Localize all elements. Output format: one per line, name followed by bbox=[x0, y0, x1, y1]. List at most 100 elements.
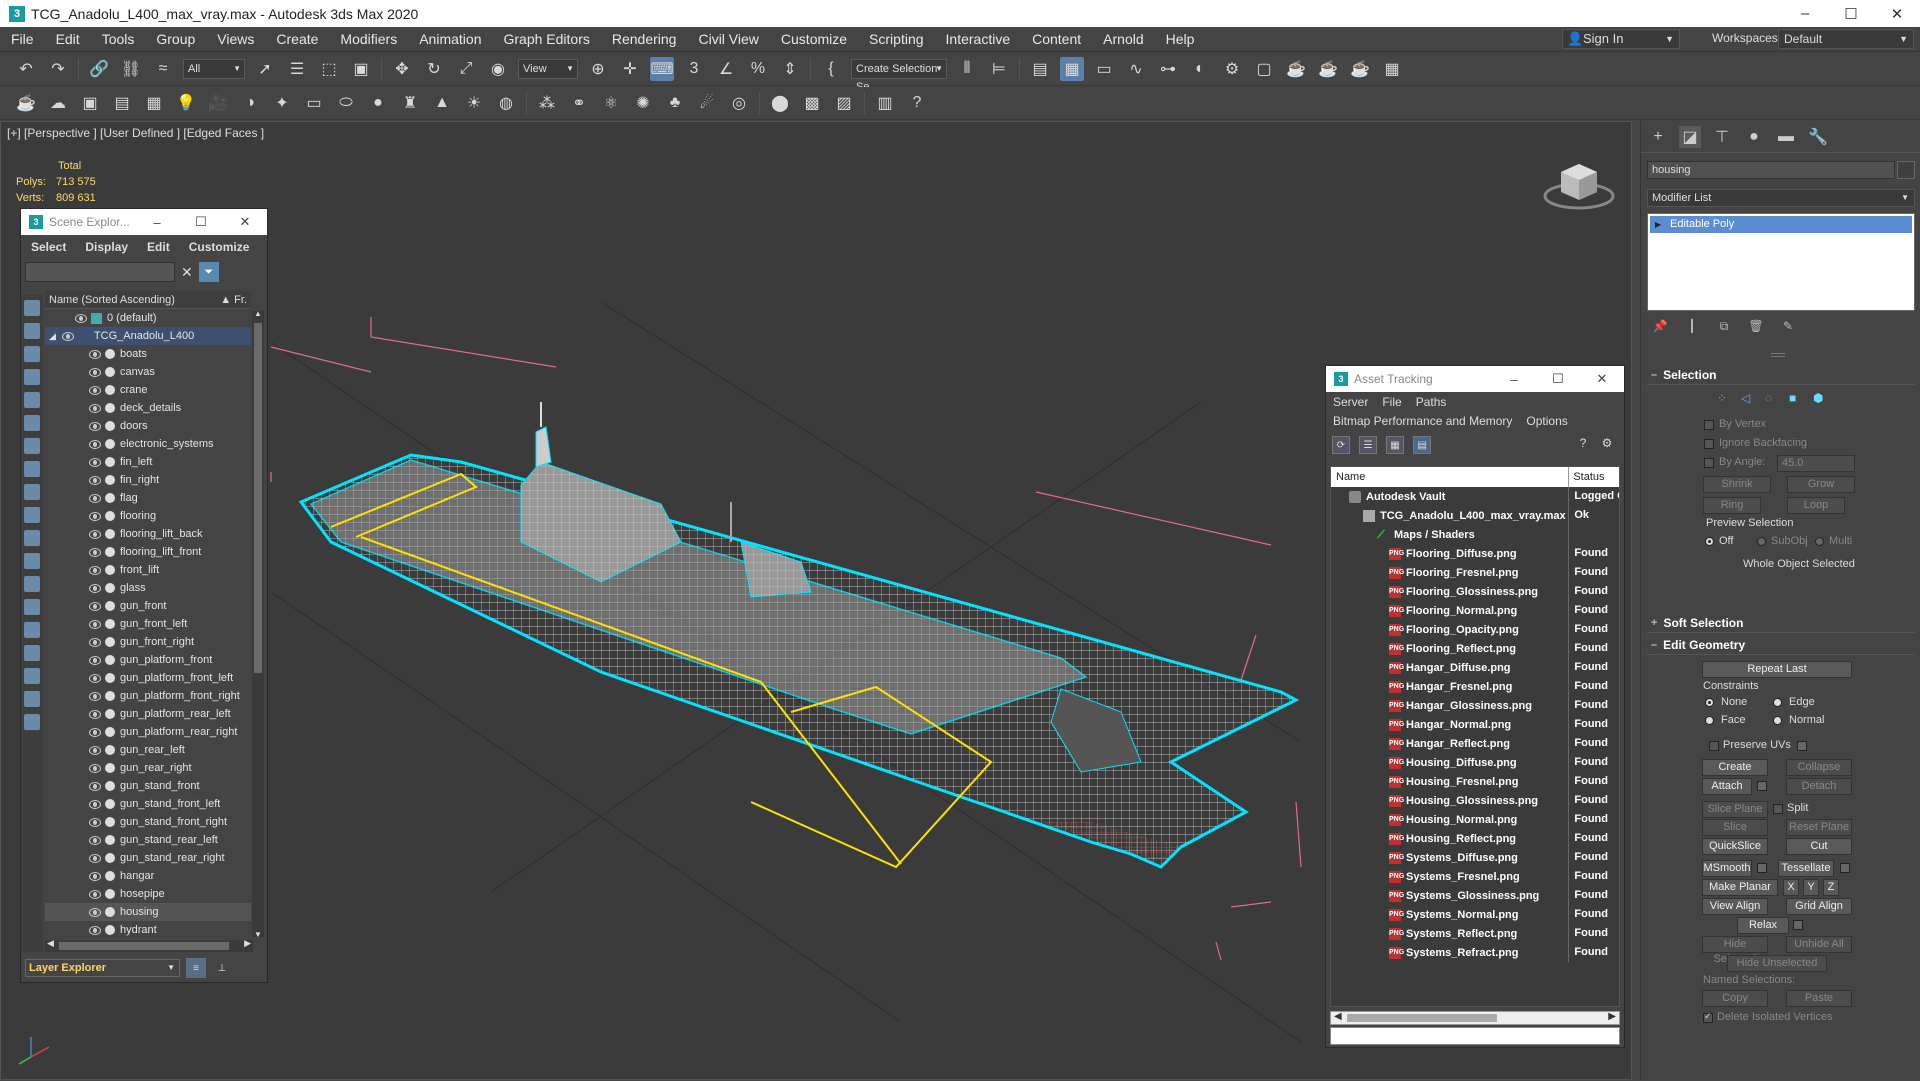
visibility-eye-icon[interactable] bbox=[89, 511, 101, 521]
panel-resize-handle[interactable] bbox=[1771, 353, 1785, 357]
asset-map-row[interactable]: PNG Hangar_Diffuse.png Found bbox=[1331, 658, 1619, 677]
undo-icon[interactable]: ↶ bbox=[14, 57, 38, 81]
bind-spacewarp-icon[interactable]: ≈ bbox=[151, 57, 175, 81]
align-icon[interactable]: ⊨ bbox=[987, 57, 1011, 81]
minimize-icon[interactable]: – bbox=[1492, 366, 1536, 392]
menu-edit[interactable]: Edit bbox=[45, 31, 91, 47]
scene-object-row[interactable]: gun_platform_front bbox=[45, 651, 251, 669]
cut-button[interactable]: Cut bbox=[1786, 838, 1852, 855]
at-menu-server[interactable]: Server bbox=[1333, 395, 1368, 409]
visibility-eye-icon[interactable] bbox=[89, 637, 101, 647]
scene-object-row[interactable]: gun_platform_front_left bbox=[45, 669, 251, 687]
ring-button[interactable]: Ring bbox=[1703, 497, 1761, 514]
ribbon-toggle-icon[interactable]: ▭ bbox=[1092, 57, 1116, 81]
menu-help[interactable]: Help bbox=[1155, 31, 1206, 47]
grow-button[interactable]: Grow bbox=[1787, 476, 1855, 493]
placement-icon[interactable]: ◉ bbox=[486, 57, 510, 81]
visibility-eye-icon[interactable] bbox=[89, 853, 101, 863]
close-icon[interactable]: ✕ bbox=[1874, 0, 1920, 27]
create-button[interactable]: Create bbox=[1702, 759, 1768, 776]
vray-material-icon[interactable]: ◎ bbox=[727, 91, 751, 115]
asset-map-row[interactable]: PNG Flooring_Fresnel.png Found bbox=[1331, 563, 1619, 582]
vray-mesh-icon[interactable]: ♜ bbox=[398, 91, 422, 115]
asset-map-row[interactable]: PNG Housing_Reflect.png Found bbox=[1331, 829, 1619, 848]
scene-object-row[interactable]: gun_platform_front_right bbox=[45, 687, 251, 705]
slice-button[interactable]: Slice bbox=[1702, 819, 1768, 836]
sort-by-hierarchy-icon[interactable]: ⊥ bbox=[212, 958, 232, 978]
menu-arnold[interactable]: Arnold bbox=[1092, 31, 1154, 47]
menu-scripting[interactable]: Scripting bbox=[858, 31, 934, 47]
visibility-eye-icon[interactable] bbox=[89, 835, 101, 845]
visibility-eye-icon[interactable] bbox=[89, 871, 101, 881]
angle-spinner[interactable]: 45.0 bbox=[1777, 455, 1855, 472]
percent-snap-icon[interactable]: % bbox=[746, 57, 770, 81]
display-all-icon[interactable] bbox=[24, 300, 40, 316]
help-icon[interactable]: ? bbox=[905, 91, 929, 115]
show-end-result-icon[interactable]: ┃ bbox=[1683, 319, 1701, 337]
visibility-eye-icon[interactable] bbox=[89, 565, 101, 575]
sign-in-dropdown[interactable]: 👤 Sign In ▼ bbox=[1562, 29, 1680, 49]
stack-item-editable-poly[interactable]: Editable Poly bbox=[1650, 216, 1912, 233]
clear-search-icon[interactable]: ✕ bbox=[181, 264, 193, 281]
asset-map-row[interactable]: PNG Hangar_Normal.png Found bbox=[1331, 715, 1619, 734]
asset-map-row[interactable]: PNG Housing_Diffuse.png Found bbox=[1331, 753, 1619, 772]
layer-row-default[interactable]: 0 (default) bbox=[45, 309, 251, 327]
visibility-eye-icon[interactable] bbox=[89, 781, 101, 791]
display-frozen-icon[interactable] bbox=[24, 553, 40, 569]
edit-named-selection-icon[interactable]: { bbox=[819, 57, 843, 81]
maximize-icon[interactable]: ☐ bbox=[1828, 0, 1874, 27]
utilities-tab-icon[interactable]: 🔧 bbox=[1807, 126, 1829, 148]
vray-physical-camera-icon[interactable]: 🎥 bbox=[206, 91, 230, 115]
quickslice-button[interactable]: QuickSlice bbox=[1702, 838, 1768, 855]
select-object-icon[interactable]: ➚ bbox=[253, 57, 277, 81]
display-helpers-icon[interactable] bbox=[24, 415, 40, 431]
curve-editor-icon[interactable]: ∿ bbox=[1124, 57, 1148, 81]
modifier-list-dropdown[interactable]: Modifier List ▼ bbox=[1647, 189, 1915, 207]
vray-plane-icon[interactable]: ▭ bbox=[302, 91, 326, 115]
visibility-eye-icon[interactable] bbox=[89, 889, 101, 899]
asset-map-row[interactable]: PNG Systems_Reflect.png Found bbox=[1331, 924, 1619, 943]
se-menu-display[interactable]: Display bbox=[85, 240, 128, 254]
asset-map-row[interactable]: PNG Flooring_Reflect.png Found bbox=[1331, 639, 1619, 658]
visibility-eye-icon[interactable] bbox=[89, 493, 101, 503]
menu-graph-editors[interactable]: Graph Editors bbox=[492, 31, 600, 47]
asset-map-row[interactable]: PNG Hangar_Glossiness.png Found bbox=[1331, 696, 1619, 715]
collapse-button[interactable]: Collapse bbox=[1786, 759, 1852, 776]
slice-plane-button[interactable]: Slice Plane bbox=[1702, 801, 1768, 818]
hierarchy-tab-icon[interactable]: ⊤ bbox=[1711, 126, 1733, 148]
scene-object-row[interactable]: gun_front_left bbox=[45, 615, 251, 633]
preview-off-radio[interactable] bbox=[1705, 537, 1714, 546]
scene-object-row[interactable]: gun_stand_front_right bbox=[45, 813, 251, 831]
visibility-eye-icon[interactable] bbox=[89, 619, 101, 629]
display-visible-icon[interactable] bbox=[24, 599, 40, 615]
scene-object-row[interactable]: hydrant bbox=[45, 921, 251, 939]
paste-button[interactable]: Paste bbox=[1786, 990, 1852, 1007]
filter-icon[interactable]: ⏷ bbox=[198, 262, 219, 282]
visibility-eye-icon[interactable] bbox=[89, 691, 101, 701]
asset-map-row[interactable]: PNG Systems_Glossiness.png Found bbox=[1331, 886, 1619, 905]
visibility-eye-icon[interactable] bbox=[89, 709, 101, 719]
material-editor-icon[interactable]: ◐ bbox=[1188, 57, 1212, 81]
scale-icon[interactable]: ⤢ bbox=[454, 57, 478, 81]
vray-cone-icon[interactable]: ▲ bbox=[430, 91, 454, 115]
visibility-eye-icon[interactable] bbox=[61, 331, 74, 341]
collapse-arrow-icon[interactable]: ◢ bbox=[49, 331, 56, 342]
asset-map-row[interactable]: PNG Flooring_Diffuse.png Found bbox=[1331, 544, 1619, 563]
soft-selection-rollout-header[interactable]: + Soft Selection bbox=[1647, 613, 1915, 633]
vray-cloud-icon[interactable]: ☁ bbox=[46, 91, 70, 115]
scene-object-row[interactable]: deck_details bbox=[45, 399, 251, 417]
scene-object-row[interactable]: gun_platform_rear_right bbox=[45, 723, 251, 741]
render-icon[interactable]: ☕ bbox=[1284, 57, 1308, 81]
remove-modifier-icon[interactable]: 🗑 bbox=[1747, 319, 1765, 337]
scene-object-row[interactable]: glass bbox=[45, 579, 251, 597]
vray-light-icon[interactable]: 💡 bbox=[174, 91, 198, 115]
scene-object-row[interactable]: flag bbox=[45, 489, 251, 507]
hide-selected-button[interactable]: Hide Selected bbox=[1702, 936, 1768, 965]
selection-filter-dropdown[interactable]: All ▼ bbox=[183, 59, 245, 79]
scene-object-row[interactable]: gun_stand_front_left bbox=[45, 795, 251, 813]
hide-unselected-button[interactable]: Hide Unselected bbox=[1727, 955, 1827, 972]
at-menu-bitmap-performance[interactable]: Bitmap Performance and Memory bbox=[1333, 414, 1512, 428]
display-hidden-icon[interactable] bbox=[24, 576, 40, 592]
a360-icon[interactable]: ▦ bbox=[1380, 57, 1404, 81]
scene-object-row[interactable]: gun_stand_rear_right bbox=[45, 849, 251, 867]
